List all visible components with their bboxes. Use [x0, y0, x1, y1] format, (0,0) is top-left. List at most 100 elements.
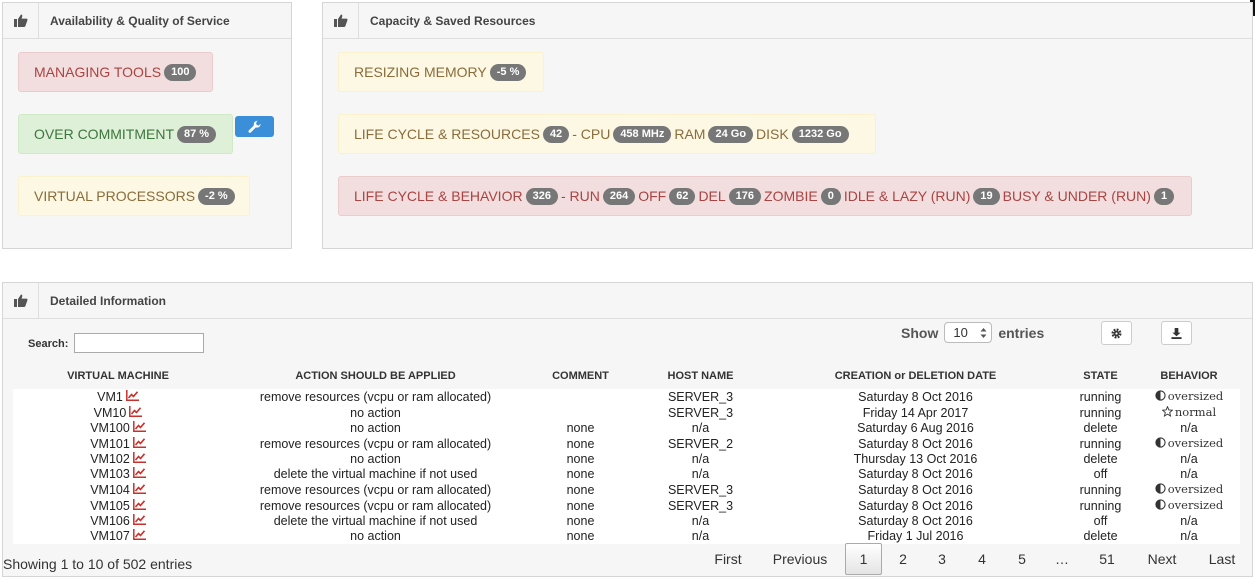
settings-button[interactable] — [1101, 321, 1132, 345]
behavior-cell: n/a — [1138, 421, 1240, 436]
column-header-action[interactable]: ACTION SHOULD BE APPLIED — [223, 363, 528, 389]
table-row[interactable]: VM103 delete the virtual machine if not u… — [13, 467, 1240, 482]
pager-page-1[interactable]: 1 — [845, 543, 882, 575]
show-label: Show — [901, 324, 939, 341]
line-chart-icon[interactable] — [125, 389, 139, 405]
date-cell: Thursday 13 Oct 2016 — [853, 452, 978, 466]
action-cell: remove resources (vcpu or ram allocated) — [259, 436, 492, 451]
line-chart-icon[interactable] — [132, 421, 146, 436]
vm-name-wrap: VM101 — [90, 436, 146, 452]
ram-badge: 24 Go — [708, 125, 754, 143]
vm-cell: VM105 — [13, 498, 223, 514]
line-chart-icon[interactable] — [132, 467, 146, 482]
table-row[interactable]: VM104 remove resources (vcpu or ram alloc… — [13, 482, 1240, 498]
pager-page-3[interactable]: 3 — [927, 543, 957, 575]
vm-name[interactable]: VM107 — [90, 529, 130, 544]
over-commitment-tag[interactable]: OVER COMMITMENT 87 % — [18, 114, 233, 154]
vm-name[interactable]: VM104 — [90, 483, 130, 498]
pager-page-2[interactable]: 2 — [888, 543, 918, 575]
thumbs-up-icon — [3, 282, 39, 319]
column-header-behavior[interactable]: BEHAVIOR — [1138, 363, 1240, 389]
line-chart-icon[interactable] — [132, 514, 146, 529]
behavior-label: oversized — [1167, 389, 1224, 403]
lifecycle-resources-tag[interactable]: LIFE CYCLE & RESOURCES 42 - CPU 458 MHz … — [338, 114, 876, 154]
state-cell: running — [1079, 405, 1122, 420]
search-input[interactable] — [74, 333, 204, 353]
pager-page-5[interactable]: 5 — [1007, 543, 1037, 575]
vm-name[interactable]: VM105 — [90, 499, 130, 514]
pager-next[interactable]: Next — [1140, 543, 1184, 575]
table-row[interactable]: VM101 remove resources (vcpu or ram alloc… — [13, 436, 1240, 452]
page-length-select[interactable]: 10 — [944, 322, 993, 343]
date-cell: Saturday 8 Oct 2016 — [858, 436, 973, 451]
download-icon — [1171, 327, 1182, 339]
table-row[interactable]: VM10 no action SERVER_3 Friday 14 Apr 2017 r… — [13, 405, 1240, 421]
vm-name[interactable]: VM1 — [97, 390, 123, 405]
lifecycle-behavior-tag[interactable]: LIFE CYCLE & BEHAVIOR 326 - RUN 264 OFF … — [338, 176, 1192, 216]
column-header-state[interactable]: STATE — [1063, 363, 1138, 389]
pager-page-51[interactable]: 51 — [1090, 543, 1124, 575]
vm-cell: VM106 — [13, 514, 223, 529]
download-button[interactable] — [1161, 321, 1192, 345]
wrench-icon — [247, 120, 261, 133]
action-cell: remove resources (vcpu or ram allocated) — [259, 482, 492, 497]
pager-first[interactable]: First — [705, 543, 751, 575]
page-length-control: Show 10 entries — [901, 322, 1044, 343]
action-cell: remove resources (vcpu or ram allocated) — [259, 389, 492, 404]
date-cell: Saturday 8 Oct 2016 — [858, 514, 973, 528]
vm-name-wrap: VM10 — [94, 405, 143, 421]
vm-name-wrap: VM102 — [90, 452, 146, 467]
comment-cell — [528, 389, 633, 405]
line-chart-icon[interactable] — [132, 482, 146, 498]
host-cell: SERVER_3 — [667, 405, 734, 420]
behavior-cell: oversized — [1138, 389, 1240, 405]
run-label: - RUN — [560, 188, 600, 204]
date-cell: Saturday 8 Oct 2016 — [858, 482, 973, 497]
table-row[interactable]: VM100 no action none n/a Saturday 6 Aug 2016… — [13, 421, 1240, 436]
date-cell: Saturday 8 Oct 2016 — [858, 389, 973, 404]
table-row[interactable]: VM102 no action none n/a Thursday 13 Oct 201… — [13, 452, 1240, 467]
date-cell: Saturday 6 Aug 2016 — [857, 421, 974, 435]
capacity-panel-title: Capacity & Saved Resources — [370, 13, 536, 28]
line-chart-icon[interactable] — [132, 452, 146, 467]
column-header-vm[interactable]: VIRTUAL MACHINE — [13, 363, 223, 389]
lifecycle-behavior-label: LIFE CYCLE & BEHAVIOR — [354, 188, 523, 204]
behavior-cell: n/a — [1138, 452, 1240, 467]
vm-name[interactable]: VM106 — [90, 514, 130, 529]
column-header-date[interactable]: CREATION or DELETION DATE — [768, 363, 1063, 389]
line-chart-icon[interactable] — [132, 529, 146, 544]
line-chart-icon[interactable] — [132, 498, 146, 514]
table-row[interactable]: VM107 no action none n/a Friday 1 Jul 2016 de… — [13, 529, 1240, 544]
behavior-label: normal — [1174, 405, 1217, 419]
vm-name[interactable]: VM100 — [90, 421, 130, 436]
line-chart-icon[interactable] — [129, 405, 143, 421]
pager-previous[interactable]: Previous — [763, 543, 837, 575]
idle-lazy-badge: 19 — [973, 187, 1000, 205]
table-row[interactable]: VM1 remove resources (vcpu or ram allocat… — [13, 389, 1240, 405]
behavior-label: n/a — [1180, 514, 1198, 528]
managing-tools-badge: 100 — [164, 63, 197, 81]
behavior-cell: n/a — [1138, 529, 1240, 544]
action-cell: remove resources (vcpu or ram allocated) — [259, 498, 492, 513]
vm-name[interactable]: VM101 — [90, 437, 130, 452]
column-header-comment[interactable]: COMMENT — [528, 363, 633, 389]
date-cell: Friday 14 Apr 2017 — [862, 405, 969, 420]
wrench-button[interactable] — [235, 116, 274, 137]
line-chart-icon[interactable] — [132, 436, 146, 452]
state-cell: running — [1079, 482, 1122, 497]
managing-tools-tag[interactable]: MANAGING TOOLS 100 — [18, 52, 213, 92]
table-header-row: VIRTUAL MACHINE ACTION SHOULD BE APPLIED… — [13, 363, 1240, 389]
detailed-panel-header: Detailed Information — [3, 282, 1252, 319]
pager-page-4[interactable]: 4 — [967, 543, 997, 575]
host-cell: SERVER_3 — [667, 498, 734, 513]
vm-name[interactable]: VM102 — [90, 452, 130, 467]
table-row[interactable]: VM106 delete the virtual machine if not u… — [13, 514, 1240, 529]
vm-name[interactable]: VM10 — [94, 406, 127, 421]
resizing-memory-tag[interactable]: RESIZING MEMORY -5 % — [338, 52, 544, 92]
vm-name[interactable]: VM103 — [90, 467, 130, 482]
virtual-processors-tag[interactable]: VIRTUAL PROCESSORS -2 % — [18, 176, 250, 216]
behavior-cell: n/a — [1138, 467, 1240, 482]
column-header-host[interactable]: HOST NAME — [633, 363, 768, 389]
table-row[interactable]: VM105 remove resources (vcpu or ram alloc… — [13, 498, 1240, 514]
pager-last[interactable]: Last — [1200, 543, 1244, 575]
